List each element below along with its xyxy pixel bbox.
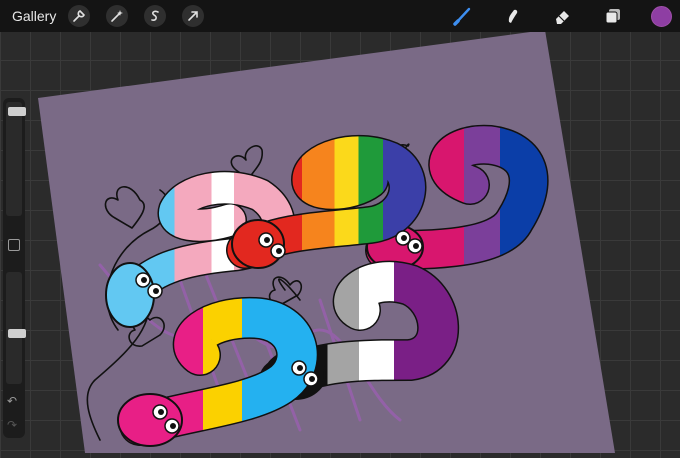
- top-toolbar: Gallery: [0, 0, 680, 32]
- brush-icon[interactable]: [451, 4, 475, 28]
- eraser-icon[interactable]: [551, 4, 575, 28]
- layers-icon[interactable]: [601, 4, 625, 28]
- wrench-icon[interactable]: [68, 5, 91, 27]
- opacity-thumb[interactable]: [8, 329, 26, 338]
- gallery-button[interactable]: Gallery: [12, 8, 56, 24]
- color-picker-button[interactable]: [651, 5, 672, 27]
- redo-icon[interactable]: ↷: [7, 418, 17, 432]
- selection-s-icon[interactable]: [144, 5, 167, 27]
- brush-size-slider[interactable]: [6, 102, 26, 216]
- magic-wand-icon[interactable]: [106, 5, 129, 27]
- undo-icon[interactable]: ↶: [7, 394, 17, 408]
- brush-size-thumb[interactable]: [8, 107, 26, 116]
- smudge-icon[interactable]: [501, 4, 525, 28]
- left-sidebar: ↶ ↷: [3, 98, 26, 438]
- drawing-canvas[interactable]: [0, 0, 680, 458]
- right-toolbar: [425, 0, 680, 32]
- opacity-slider[interactable]: [6, 272, 26, 384]
- transform-arrow-icon[interactable]: [182, 5, 205, 27]
- modify-button[interactable]: [8, 239, 20, 251]
- canvas-artwork[interactable]: [0, 0, 680, 453]
